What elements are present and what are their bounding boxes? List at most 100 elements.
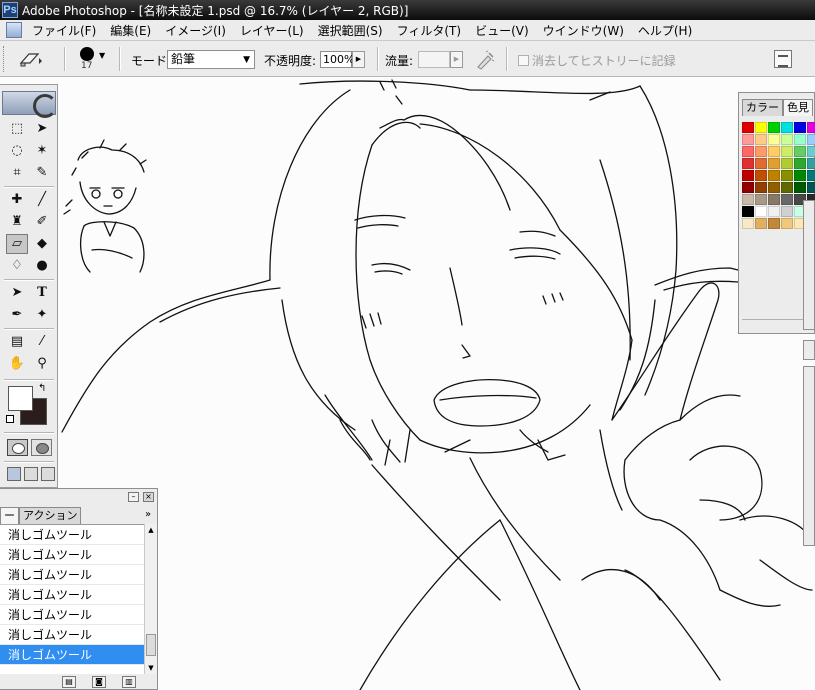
custom-shape-tool-icon[interactable]: ✦: [31, 305, 53, 325]
blur-tool-icon[interactable]: ♢: [6, 256, 28, 276]
zoom-tool-icon[interactable]: ⚲: [31, 354, 53, 374]
color-swatch[interactable]: [742, 218, 754, 229]
healing-brush-tool-icon[interactable]: ✚: [6, 190, 28, 210]
color-swatch[interactable]: [781, 134, 793, 145]
history-item[interactable]: 消しゴムツール: [0, 605, 144, 625]
color-swatch[interactable]: [742, 194, 754, 205]
history-item[interactable]: 消しゴムツール: [0, 545, 144, 565]
color-swatch[interactable]: [742, 206, 754, 217]
color-swatch[interactable]: [794, 146, 806, 157]
docked-panel-edge[interactable]: [803, 366, 815, 546]
trash-icon[interactable]: ▥: [122, 676, 136, 688]
color-swatch[interactable]: [794, 122, 806, 133]
color-swatch[interactable]: [807, 134, 815, 145]
color-swatch[interactable]: [768, 194, 780, 205]
color-swatch[interactable]: [781, 206, 793, 217]
pen-tool-icon[interactable]: ✒: [6, 305, 28, 325]
color-swatch[interactable]: [794, 170, 806, 181]
color-swatch[interactable]: [755, 170, 767, 181]
snapshot-camera-icon[interactable]: ◙: [92, 676, 106, 688]
scroll-thumb[interactable]: [146, 634, 156, 656]
default-colors-icon[interactable]: [6, 415, 14, 423]
palette-well-icon[interactable]: [774, 50, 792, 68]
menu-layer[interactable]: レイヤー(L): [233, 22, 311, 39]
notes-tool-icon[interactable]: ▤: [6, 332, 28, 352]
panel-menu-icon[interactable]: »: [145, 509, 151, 520]
quick-mask-mode-button[interactable]: [31, 439, 52, 456]
color-swatch[interactable]: [742, 158, 754, 169]
standard-screen-mode-icon[interactable]: [7, 467, 21, 481]
color-swatch[interactable]: [781, 194, 793, 205]
history-scrollbar[interactable]: ▲ ▼: [144, 524, 157, 674]
color-swatch[interactable]: [781, 122, 793, 133]
flow-input[interactable]: [418, 51, 450, 68]
erase-to-history-checkbox[interactable]: 消去してヒストリーに記録: [518, 52, 676, 69]
color-swatch[interactable]: [768, 218, 780, 229]
hand-tool-icon[interactable]: ✋: [6, 354, 28, 374]
scroll-down-icon[interactable]: ▼: [145, 662, 157, 674]
color-swatch[interactable]: [807, 182, 815, 193]
history-brush-tool-icon[interactable]: ✐: [31, 212, 53, 232]
new-document-from-state-icon[interactable]: ▤: [62, 676, 76, 688]
tab-actions[interactable]: アクション: [19, 507, 82, 524]
color-swatch[interactable]: [755, 134, 767, 145]
close-panel-button[interactable]: ×: [143, 492, 154, 502]
color-swatch[interactable]: [755, 182, 767, 193]
airbrush-icon[interactable]: [474, 50, 496, 70]
brush-tool-icon[interactable]: ╱: [31, 190, 53, 210]
swap-colors-icon[interactable]: ↰: [38, 383, 46, 394]
color-swatch[interactable]: [755, 122, 767, 133]
type-tool-icon[interactable]: T: [31, 283, 53, 303]
eyedropper-tool-icon[interactable]: ⁄: [31, 332, 53, 352]
options-bar-grip[interactable]: [3, 46, 7, 72]
docked-panel-edge[interactable]: [803, 200, 815, 330]
color-swatch[interactable]: [794, 134, 806, 145]
color-swatch[interactable]: [807, 122, 815, 133]
color-swatch[interactable]: [807, 170, 815, 181]
menu-edit[interactable]: 編集(E): [103, 22, 158, 39]
color-swatch[interactable]: [781, 182, 793, 193]
marquee-tool-icon[interactable]: ⬚: [6, 119, 28, 139]
color-swatch[interactable]: [768, 170, 780, 181]
color-swatch[interactable]: [742, 134, 754, 145]
color-swatch[interactable]: [742, 170, 754, 181]
paint-bucket-tool-icon[interactable]: ◆: [31, 234, 53, 254]
crop-tool-icon[interactable]: ⌗: [6, 163, 28, 183]
scroll-up-icon[interactable]: ▲: [145, 524, 157, 536]
opacity-slider-button[interactable]: ▶: [352, 51, 365, 68]
brush-picker[interactable]: 17 ▼: [76, 45, 108, 75]
path-selection-tool-icon[interactable]: ➤: [6, 283, 28, 303]
color-swatch[interactable]: [768, 182, 780, 193]
history-item[interactable]: 消しゴムツール: [0, 585, 144, 605]
color-swatch[interactable]: [742, 182, 754, 193]
history-item[interactable]: 消しゴムツール: [0, 565, 144, 585]
color-swatch[interactable]: [755, 146, 767, 157]
standard-mode-button[interactable]: [7, 439, 28, 456]
color-swatch[interactable]: [781, 158, 793, 169]
color-swatch[interactable]: [794, 158, 806, 169]
opacity-input[interactable]: 100%: [320, 51, 354, 68]
menu-view[interactable]: ビュー(V): [468, 22, 536, 39]
mode-select[interactable]: 鉛筆 ▼: [167, 50, 255, 69]
docked-panel-edge[interactable]: [803, 340, 815, 360]
color-swatch[interactable]: [755, 158, 767, 169]
color-swatch[interactable]: [781, 218, 793, 229]
menu-filter[interactable]: フィルタ(T): [390, 22, 468, 39]
menu-file[interactable]: ファイル(F): [25, 22, 103, 39]
menu-select[interactable]: 選択範囲(S): [311, 22, 390, 39]
color-swatch[interactable]: [781, 146, 793, 157]
color-swatch[interactable]: [807, 146, 815, 157]
move-tool-icon[interactable]: ➤: [31, 119, 53, 139]
dodge-tool-icon[interactable]: ●: [31, 256, 53, 276]
color-swatch[interactable]: [755, 218, 767, 229]
minimize-panel-button[interactable]: –: [128, 492, 139, 502]
menu-window[interactable]: ウインドウ(W): [536, 22, 631, 39]
color-swatch[interactable]: [807, 158, 815, 169]
color-swatch[interactable]: [768, 158, 780, 169]
full-screen-menu-mode-icon[interactable]: [24, 467, 38, 481]
full-screen-mode-icon[interactable]: [41, 467, 55, 481]
color-swatch[interactable]: [768, 122, 780, 133]
color-swatch[interactable]: [768, 206, 780, 217]
document-window-icon[interactable]: [6, 22, 22, 38]
color-swatch[interactable]: [794, 182, 806, 193]
